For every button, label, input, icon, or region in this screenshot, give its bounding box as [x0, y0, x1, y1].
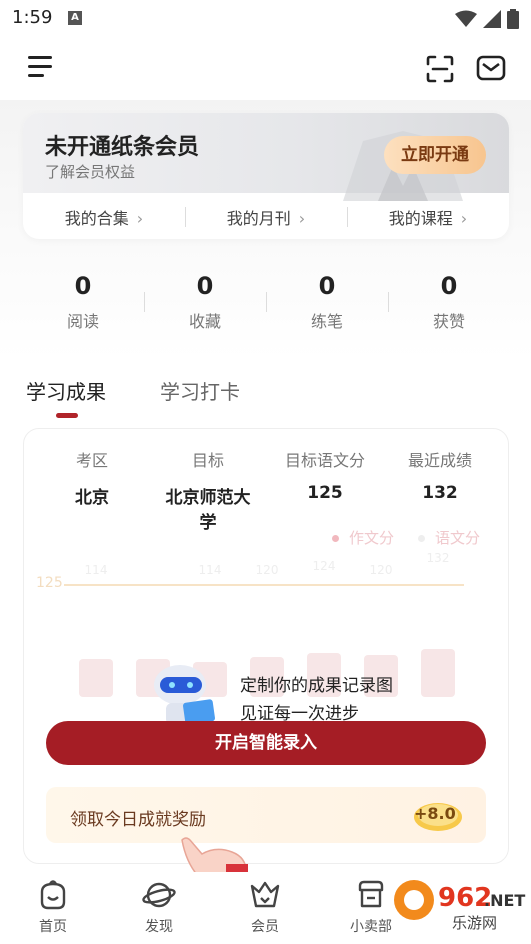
tab-learning-results[interactable]: 学习成果: [26, 376, 106, 405]
svg-text:.NET: .NET: [484, 891, 525, 910]
system-icons: [455, 9, 519, 29]
stat-value: 0: [318, 272, 336, 300]
link-label: 我的合集: [64, 209, 129, 228]
stat-label: 收藏: [188, 312, 221, 331]
chart-bar-label: 132: [426, 551, 450, 565]
wifi-icon: [455, 10, 477, 27]
daily-reward-banner[interactable]: 领取今日成就奖励 +8.0: [46, 787, 486, 843]
battery-icon: [507, 9, 519, 29]
member-links: 我的合集 › 我的月刊 › 我的课程 ›: [23, 195, 509, 239]
tab-study-checkin[interactable]: 学习打卡: [160, 376, 240, 405]
learning-results-card: 考区 北京 目标 北京师范大学 目标语文分 125 最近成绩 132 作文分 语…: [23, 428, 509, 864]
nav-label: 会员: [251, 919, 279, 935]
legend-label: 语文分: [435, 529, 481, 547]
active-tab-indicator: [56, 413, 78, 418]
target-line-label: 125: [36, 575, 63, 591]
stat-likes[interactable]: 0 获赞: [388, 272, 510, 336]
planet-icon: [142, 882, 176, 908]
status-time: 1:59: [12, 7, 53, 28]
link-label: 我的课程: [388, 209, 453, 228]
chart-bar-label: 114: [84, 563, 108, 577]
scan-icon[interactable]: [425, 54, 455, 84]
stat-value: 0: [196, 272, 214, 300]
stat-label: 获赞: [432, 312, 465, 331]
info-value: 北京: [75, 488, 109, 508]
stat-practice[interactable]: 0 练笔: [266, 272, 388, 336]
chevron-right-icon: ›: [136, 209, 144, 228]
stat-read[interactable]: 0 阅读: [22, 272, 144, 336]
chart-bar: [79, 659, 113, 697]
info-key: 目标语文分: [284, 451, 365, 470]
info-key: 目标: [191, 451, 224, 470]
stat-value: 0: [440, 272, 458, 300]
mail-icon[interactable]: [476, 54, 506, 82]
stat-favorites[interactable]: 0 收藏: [144, 272, 266, 336]
chart-bar-label: 120: [369, 563, 393, 577]
nav-label: 发现: [145, 919, 173, 935]
menu-icon[interactable]: [28, 56, 52, 78]
info-value: 132: [422, 483, 458, 503]
info-key: 考区: [75, 451, 108, 470]
chart-bar: [421, 649, 455, 697]
chevron-right-icon: ›: [460, 209, 468, 228]
nav-member[interactable]: 会员: [225, 878, 305, 936]
chart-bar-label: 120: [255, 563, 279, 577]
962-net-watermark-logo: 962 .NET 乐游网: [394, 880, 525, 932]
my-courses-link[interactable]: 我的课程 ›: [347, 205, 509, 229]
open-membership-button[interactable]: 立即开通: [384, 136, 486, 174]
notification-a-icon: A: [68, 11, 82, 25]
link-label: 我的月刊: [226, 209, 291, 228]
info-value: 125: [307, 483, 343, 503]
signal-icon: [483, 10, 501, 28]
info-key: 最近成绩: [407, 451, 472, 470]
member-card[interactable]: 未开通纸条会员 了解会员权益 立即开通 我的合集 › 我的月刊 › 我的课程 ›: [23, 113, 509, 239]
nav-home[interactable]: 首页: [13, 878, 93, 936]
status-bar: 1:59 A: [0, 0, 531, 36]
profile-page: 1:59 A 未开通纸条会员 了解会员权益 立即开通 我的合集 › 我的月刊 ›…: [0, 0, 531, 944]
member-title: 未开通纸条会员: [45, 135, 200, 160]
content-tabs: 学习成果 学习打卡: [26, 376, 326, 420]
stat-value: 0: [74, 272, 92, 300]
my-monthly-link[interactable]: 我的月刊 ›: [185, 205, 347, 229]
enable-smart-entry-button[interactable]: 开启智能录入: [46, 721, 486, 765]
crown-icon: [250, 881, 280, 908]
target-line: [64, 584, 464, 586]
nav-label: 首页: [39, 919, 67, 935]
top-nav: [0, 36, 531, 100]
member-subtitle[interactable]: 了解会员权益: [45, 161, 135, 182]
stat-label: 阅读: [66, 312, 99, 331]
legend-dot: [418, 535, 425, 542]
legend-essay: 作文分: [332, 527, 394, 548]
legend-label: 作文分: [349, 529, 395, 547]
nav-discover[interactable]: 发现: [119, 878, 199, 936]
stat-label: 练笔: [310, 312, 343, 331]
pointing-hand-icon: [181, 837, 248, 876]
coin-value: +8.0: [414, 804, 456, 823]
chart-bar-label: 124: [312, 559, 336, 573]
home-face-icon: [40, 880, 66, 910]
shop-icon: [358, 880, 384, 908]
stats-row: 0 阅读 0 收藏 0 练笔 0 获赞: [22, 272, 510, 336]
score-chart: 作文分 语文分 125 114 114 120 124 120 132 定制你的成果记录图…: [24, 519, 510, 725]
promo-line-1: 定制你的成果记录图: [240, 676, 393, 696]
chevron-right-icon: ›: [298, 209, 306, 228]
svg-text:乐游网: 乐游网: [452, 914, 497, 932]
my-collections-link[interactable]: 我的合集 ›: [23, 205, 185, 229]
legend-chinese: 语文分: [418, 527, 480, 548]
reward-text: 领取今日成就奖励: [70, 810, 206, 830]
legend-dot: [332, 535, 339, 542]
chart-bar-label: 114: [198, 563, 222, 577]
